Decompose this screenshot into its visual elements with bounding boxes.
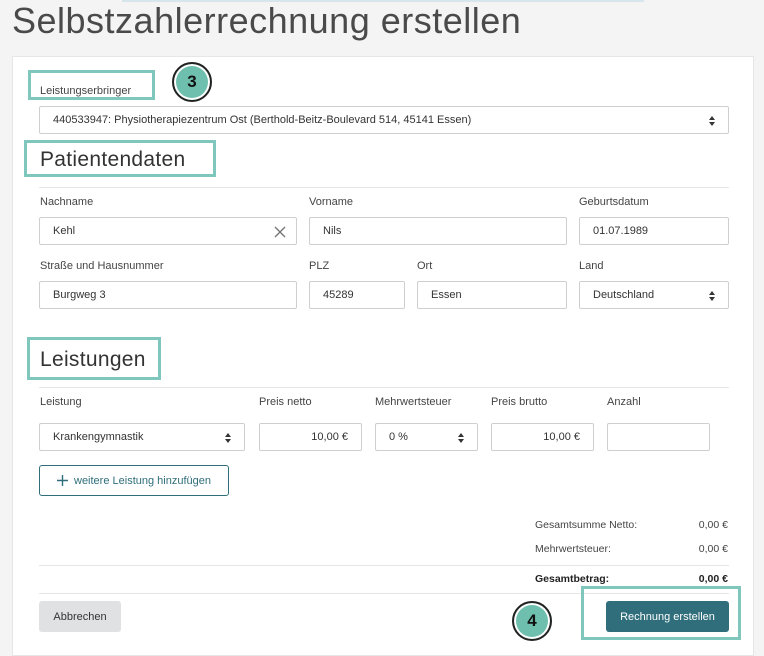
add-service-button[interactable]: weitere Leistung hinzufügen <box>39 465 229 496</box>
country-value: Deutschland <box>593 289 655 301</box>
street-value: Burgweg 3 <box>53 289 106 301</box>
zip-input[interactable]: 45289 <box>309 281 405 309</box>
vat-value: 0 % <box>389 431 408 443</box>
section-divider <box>39 187 729 188</box>
plus-icon <box>57 475 68 486</box>
service-value: Krankengymnastik <box>53 431 144 443</box>
street-label: Straße und Hausnummer <box>40 260 164 272</box>
clear-icon[interactable] <box>274 226 286 238</box>
count-input[interactable] <box>607 423 710 451</box>
firstname-input[interactable]: Nils <box>309 217 567 245</box>
firstname-label: Vorname <box>309 196 354 208</box>
birthdate-label: Geburtsdatum <box>579 196 649 208</box>
city-value: Essen <box>431 289 462 301</box>
select-arrows-icon <box>709 115 716 127</box>
net-price-input[interactable]: 10,00 € <box>259 423 362 451</box>
street-input[interactable]: Burgweg 3 <box>39 281 297 309</box>
provider-label-highlight <box>28 70 155 100</box>
lastname-input[interactable]: Kehl <box>39 217 297 245</box>
patient-title-highlight <box>24 140 216 177</box>
vat-select[interactable]: 0 % <box>375 423 478 451</box>
select-arrows-icon <box>225 432 232 444</box>
zip-value: 45289 <box>323 289 354 301</box>
birthdate-value: 01.07.1989 <box>593 225 649 237</box>
grand-total-value: 0,00 € <box>698 573 728 585</box>
cancel-button[interactable]: Abbrechen <box>39 601 121 632</box>
grand-total-label: Gesamtbetrag: <box>535 573 610 585</box>
gross-price-input[interactable]: 10,00 € <box>491 423 594 451</box>
city-input[interactable]: Essen <box>417 281 567 309</box>
count-column-header: Anzahl <box>607 396 641 408</box>
add-service-label: weitere Leistung hinzufügen <box>74 474 211 487</box>
net-total-label: Gesamtsumme Netto: <box>535 519 638 531</box>
service-column-header: Leistung <box>40 396 82 408</box>
city-label: Ort <box>417 260 433 272</box>
services-title-highlight <box>27 337 161 380</box>
step-badge-4: 4 <box>512 601 552 641</box>
country-label: Land <box>579 260 604 272</box>
gross-column-header: Preis brutto <box>491 396 548 408</box>
net-total-value: 0,00 € <box>698 519 728 531</box>
zip-label: PLZ <box>309 260 330 272</box>
net-column-header: Preis netto <box>259 396 312 408</box>
firstname-value: Nils <box>323 225 342 237</box>
section-divider <box>39 387 729 388</box>
provider-select-value: 440533947: Physiotherapiezentrum Ost (Be… <box>53 114 472 126</box>
select-arrows-icon <box>709 290 716 302</box>
birthdate-input[interactable]: 01.07.1989 <box>579 217 729 245</box>
net-price-value: 10,00 € <box>311 431 348 443</box>
totals-divider <box>39 565 729 566</box>
service-select[interactable]: Krankengymnastik <box>39 423 245 451</box>
select-arrows-icon <box>458 432 465 444</box>
vat-column-header: Mehrwertsteuer <box>375 396 452 408</box>
step-badge-3: 3 <box>172 62 212 102</box>
provider-select[interactable]: 440533947: Physiotherapiezentrum Ost (Be… <box>39 106 729 134</box>
submit-button-highlight <box>581 586 741 640</box>
page-title: Selbstzahlerrechnung erstellen <box>12 0 522 41</box>
vat-total-value: 0,00 € <box>698 543 728 555</box>
country-select[interactable]: Deutschland <box>579 281 729 309</box>
lastname-label: Nachname <box>40 196 94 208</box>
vat-total-label: Mehrwertsteuer: <box>535 543 611 555</box>
lastname-value: Kehl <box>53 225 76 237</box>
gross-price-value: 10,00 € <box>543 431 580 443</box>
